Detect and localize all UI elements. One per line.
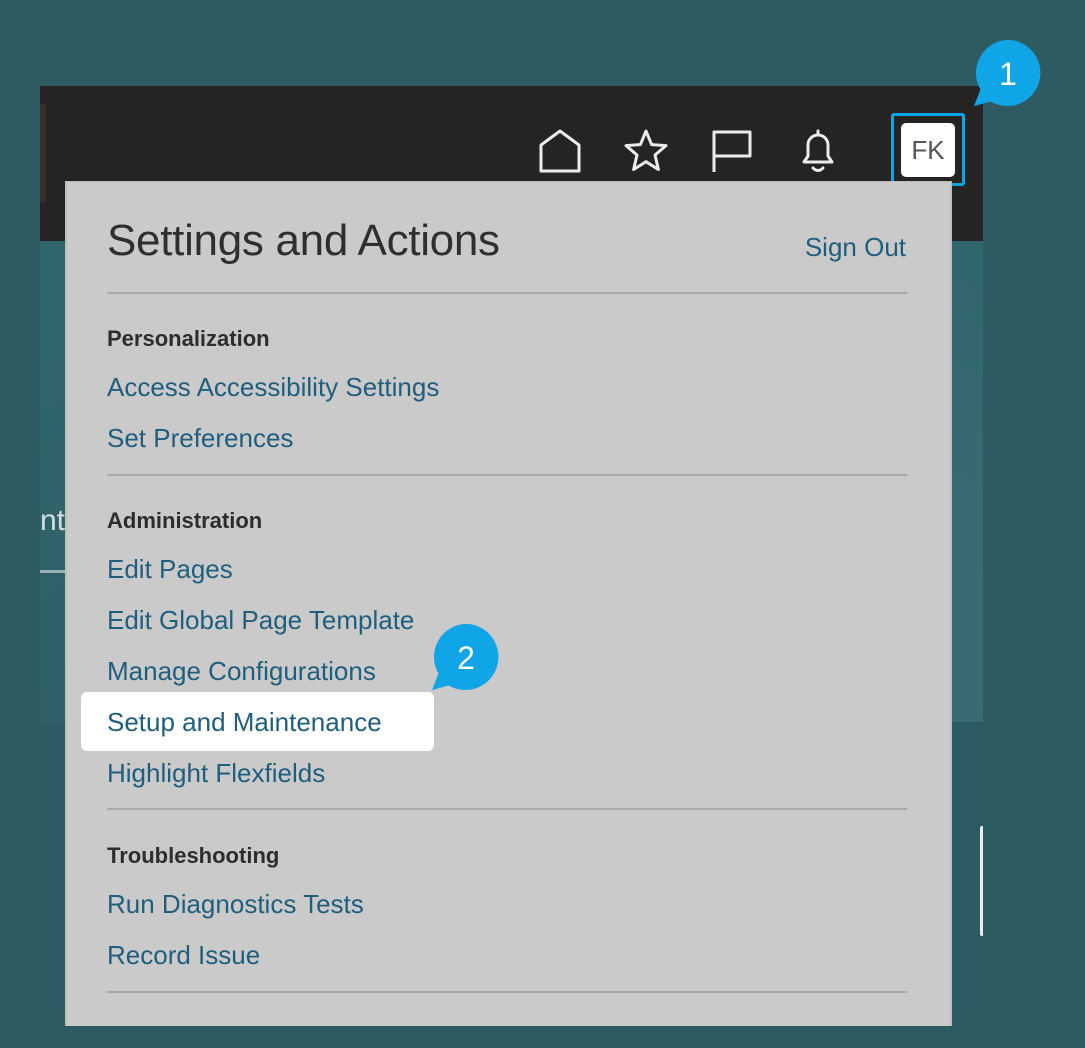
menu-title: Settings and Actions bbox=[107, 216, 500, 265]
menu-item-record-issue[interactable]: Record Issue bbox=[107, 939, 260, 971]
callout-badge-2: 2 bbox=[428, 622, 508, 702]
sign-out-link[interactable]: Sign Out bbox=[805, 232, 906, 263]
menu-divider bbox=[107, 474, 907, 476]
bell-icon[interactable] bbox=[795, 128, 841, 174]
background-tab-underline bbox=[40, 570, 66, 573]
callout-number: 2 bbox=[457, 640, 475, 676]
screenshot-root: { "header": { "icons": ["home-icon", "st… bbox=[0, 0, 1085, 1048]
menu-item-manage-configurations[interactable]: Manage Configurations bbox=[107, 655, 376, 687]
home-icon[interactable] bbox=[537, 128, 583, 174]
callout-number: 1 bbox=[999, 56, 1017, 92]
menu-item-run-diagnostics-tests[interactable]: Run Diagnostics Tests bbox=[107, 888, 364, 920]
section-heading-personalization: Personalization bbox=[107, 326, 270, 351]
callout-badge-1: 1 bbox=[970, 38, 1050, 118]
avatar: FK bbox=[901, 123, 955, 177]
menu-item-edit-pages[interactable]: Edit Pages bbox=[107, 553, 233, 585]
menu-item-setup-and-maintenance[interactable]: Setup and Maintenance bbox=[107, 706, 382, 738]
menu-item-highlight-flexfields[interactable]: Highlight Flexfields bbox=[107, 757, 325, 789]
header-left-edge bbox=[40, 104, 46, 202]
user-menu-button[interactable]: FK bbox=[891, 113, 965, 186]
menu-item-accessibility-settings[interactable]: Access Accessibility Settings bbox=[107, 371, 439, 403]
menu-item-set-preferences[interactable]: Set Preferences bbox=[107, 422, 293, 454]
flag-icon[interactable] bbox=[709, 128, 755, 174]
background-partial-text: nt bbox=[40, 504, 66, 537]
menu-divider bbox=[107, 292, 907, 294]
star-icon[interactable] bbox=[623, 128, 669, 174]
section-heading-administration: Administration bbox=[107, 508, 263, 533]
menu-item-edit-global-page-template[interactable]: Edit Global Page Template bbox=[107, 604, 414, 636]
background-panel-edge bbox=[980, 826, 983, 936]
